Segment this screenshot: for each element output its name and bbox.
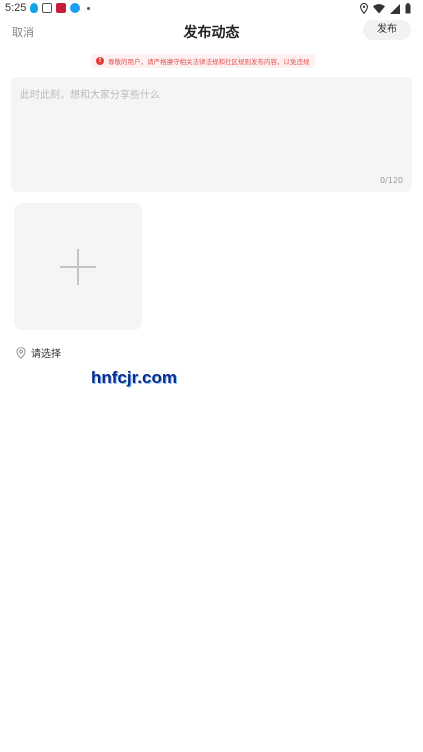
location-icon	[360, 3, 368, 14]
qq-icon	[30, 3, 38, 13]
compliance-notice: ! 尊敬的用户，请严格遵守相关法律法规和社区规则发布内容，以免违规	[91, 54, 315, 68]
signal-icon	[390, 3, 400, 14]
header-bar: 取消 发布动态 发布	[0, 18, 423, 44]
browser-icon	[70, 3, 80, 13]
battery-icon	[405, 3, 411, 14]
notice-text: 尊敬的用户，请严格遵守相关法律法规和社区规则发布内容，以免违规	[108, 58, 310, 66]
location-label: 请选择	[31, 349, 61, 360]
app-icon	[56, 3, 66, 13]
message-icon	[42, 3, 52, 13]
compose-card: 此时此刻，想和大家分享些什么 0/120	[11, 77, 412, 192]
location-selector[interactable]: 请选择	[16, 345, 61, 360]
system-icons	[360, 2, 411, 15]
location-pin-icon	[16, 346, 26, 359]
plus-icon	[60, 249, 96, 285]
alert-icon: !	[96, 57, 104, 65]
add-image-button[interactable]	[14, 203, 142, 330]
char-count: 0/120	[379, 176, 403, 185]
notification-icons	[30, 3, 90, 13]
watermark: hnfcjr.com	[91, 368, 177, 387]
wifi-icon	[373, 3, 385, 13]
status-bar: 5:25	[0, 0, 423, 18]
post-content-input[interactable]: 此时此刻，想和大家分享些什么	[20, 86, 400, 166]
publish-button[interactable]: 发布	[363, 20, 411, 40]
more-dot-icon	[87, 6, 90, 10]
page-title: 发布动态	[183, 25, 240, 41]
status-time: 5:25	[5, 2, 27, 14]
